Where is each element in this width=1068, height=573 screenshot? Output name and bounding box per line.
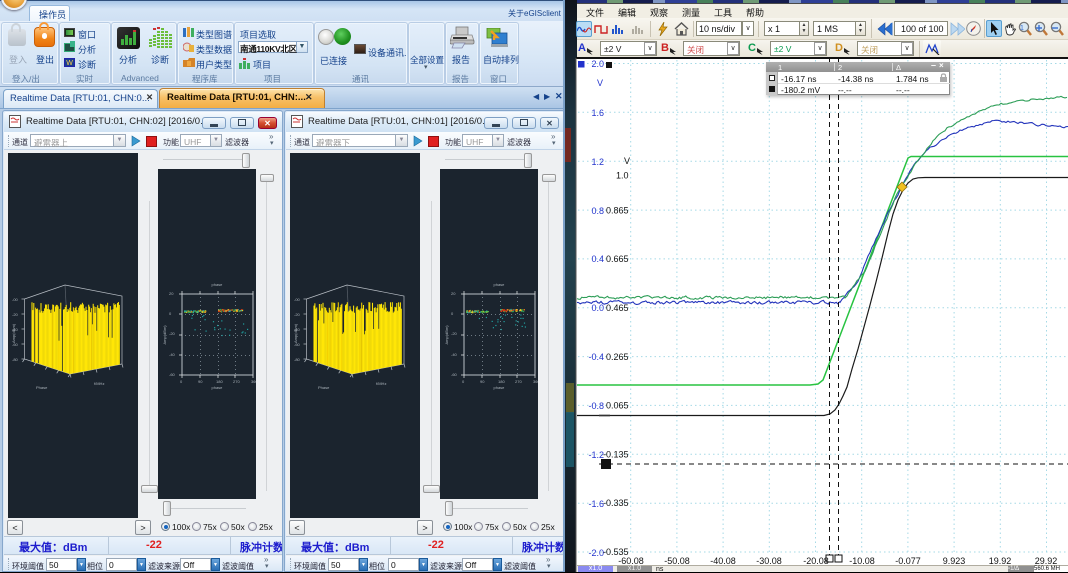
svg-text:-0.335: -0.335 <box>603 498 629 508</box>
svg-text:-1.6: -1.6 <box>588 499 604 509</box>
svg-text:2.0: 2.0 <box>591 59 604 69</box>
svg-text:0.665: 0.665 <box>606 254 629 264</box>
svg-text:0.8: 0.8 <box>591 206 604 216</box>
svg-text:V: V <box>597 78 603 88</box>
svg-text:0.865: 0.865 <box>606 206 629 216</box>
svg-text:1.6: 1.6 <box>591 108 604 118</box>
svg-text:V: V <box>624 156 630 166</box>
svg-text:0.465: 0.465 <box>606 303 629 313</box>
svg-text:0.0: 0.0 <box>591 303 604 313</box>
svg-text:-0.4: -0.4 <box>588 352 604 362</box>
svg-text:0.065: 0.065 <box>606 401 629 411</box>
svg-text:0.265: 0.265 <box>606 352 629 362</box>
svg-text:-1.2: -1.2 <box>588 450 604 460</box>
svg-text:-0.135: -0.135 <box>603 450 629 460</box>
svg-text:0.4: 0.4 <box>591 254 604 264</box>
svg-text:1.0: 1.0 <box>616 171 629 181</box>
svg-text:-0.8: -0.8 <box>588 401 604 411</box>
svg-text:-2.0: -2.0 <box>588 548 604 558</box>
svg-text:1.2: 1.2 <box>591 157 604 167</box>
